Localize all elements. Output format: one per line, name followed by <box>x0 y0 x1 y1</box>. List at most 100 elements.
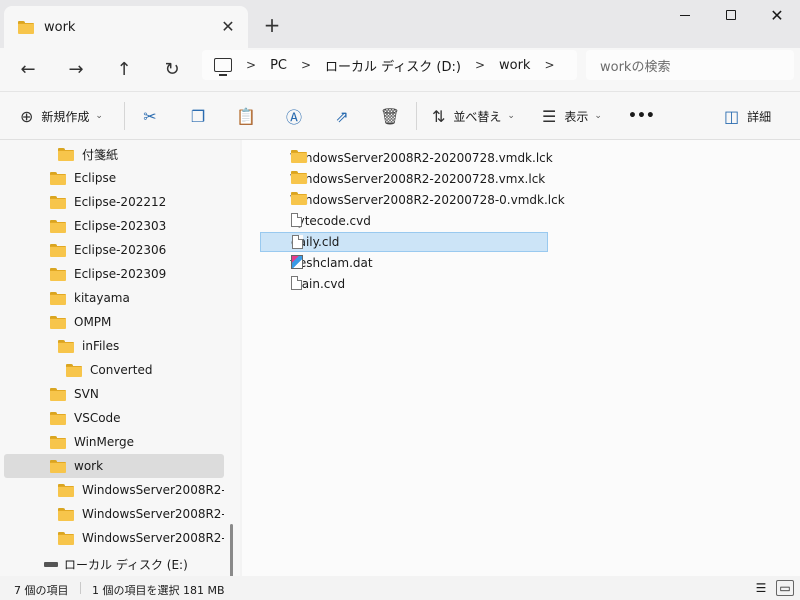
sidebar-item-label: SVN <box>74 387 99 401</box>
folder-icon <box>50 219 66 233</box>
copy-button[interactable]: ❐ <box>182 102 214 130</box>
folder-icon <box>291 192 307 208</box>
file-row[interactable]: WindowsServer2008R2-20200728.vmdk.lck <box>260 148 553 168</box>
details-pane-icon: ◫ <box>724 106 740 126</box>
file-icon <box>291 213 302 230</box>
cut-button[interactable]: ✂ <box>134 102 166 130</box>
folder-icon <box>50 387 66 401</box>
sidebar-item[interactable]: Converted <box>4 358 224 382</box>
sidebar-item[interactable]: OMPM <box>4 310 224 334</box>
breadcrumb-work[interactable]: work <box>499 58 530 73</box>
sidebar-item[interactable]: Eclipse-202309 <box>4 262 224 286</box>
sidebar-item-label: WindowsServer2008R2-20200728.vmdk.lck <box>82 483 224 497</box>
sidebar-item-label: WindowsServer2008R2-20200728.vmx.lck <box>82 507 224 521</box>
view-button[interactable]: ☰ 表示 ⌄ <box>542 102 602 130</box>
sidebar-item-label: kitayama <box>74 291 130 305</box>
title-bar: work ✕ + ✕ <box>0 0 800 48</box>
new-tab-button[interactable]: + <box>258 12 286 38</box>
trash-icon: 🗑 <box>379 106 401 126</box>
chevron-down-icon: ⌄ <box>507 111 515 121</box>
scissors-icon: ✂ <box>143 106 157 126</box>
file-row[interactable]: WindowsServer2008R2-20200728-0.vmdk.lck <box>260 190 565 210</box>
up-button[interactable]: ↑ <box>108 54 140 84</box>
share-button[interactable]: ⇗ <box>326 102 358 130</box>
navigation-pane[interactable]: 付箋紙 Eclipse Eclipse-202212 Eclipse-202303 Ec… <box>0 140 240 576</box>
breadcrumb-separator: > <box>246 58 257 72</box>
file-icon <box>291 276 302 293</box>
file-row[interactable]: freshclam.dat <box>260 253 548 273</box>
share-icon: ⇗ <box>335 106 349 126</box>
sidebar-item-label: Eclipse-202212 <box>74 195 167 209</box>
file-row[interactable]: WindowsServer2008R2-20200728.vmx.lck <box>260 169 548 189</box>
address-bar[interactable]: > PC > ローカル ディスク (D:) > work > <box>202 50 577 80</box>
sidebar-item[interactable]: Eclipse-202303 <box>4 214 224 238</box>
new-button[interactable]: ⊕ 新規作成 ⌄ <box>20 102 103 130</box>
file-row[interactable]: daily.cld <box>260 232 548 252</box>
sidebar-item[interactable]: WindowsServer2008R2-20200728.vmdk.lck <box>4 478 224 502</box>
file-row[interactable]: bytecode.cvd <box>260 211 548 231</box>
close-window-button[interactable]: ✕ <box>754 0 800 30</box>
sort-icon: ⇅ <box>432 106 446 126</box>
rename-button[interactable]: Ⓐ <box>278 102 310 130</box>
paste-button[interactable]: 📋 <box>230 102 262 130</box>
file-row[interactable]: main.cvd <box>260 274 548 294</box>
divider <box>80 582 81 594</box>
plus-circle-icon: ⊕ <box>20 106 34 126</box>
tiles-view-button[interactable]: ▭ <box>776 580 794 596</box>
breadcrumb-drive-d[interactable]: ローカル ディスク (D:) <box>325 56 461 75</box>
sidebar-item[interactable]: inFiles <box>4 334 224 358</box>
details-button-label: 詳細 <box>747 109 772 124</box>
list-view-icon: ☰ <box>542 106 557 126</box>
sidebar-scrollbar[interactable] <box>230 524 233 576</box>
sidebar-item[interactable]: work <box>4 454 224 478</box>
sidebar-item[interactable]: WinMerge <box>4 430 224 454</box>
sidebar-item-label: 付箋紙 <box>82 147 119 162</box>
sidebar-item-label: ローカル ディスク (E:) <box>64 557 188 572</box>
close-tab-icon[interactable]: ✕ <box>218 16 238 36</box>
details-pane-button[interactable]: ◫ 詳細 <box>724 102 771 130</box>
more-options-button[interactable]: ••• <box>628 102 655 130</box>
status-bar: 7 個の項目 1 個の項目を選択 181 MB ☰ ▭ <box>0 576 800 600</box>
sidebar-item[interactable]: WindowsServer2008R2-20200728-0.vmdk.lck <box>4 526 224 550</box>
folder-icon <box>50 243 66 257</box>
breadcrumb-pc[interactable]: PC <box>270 58 287 73</box>
refresh-button[interactable]: ↻ <box>156 54 188 84</box>
sidebar-item[interactable]: Eclipse-202212 <box>4 190 224 214</box>
sidebar-item-label: WindowsServer2008R2-20200728-0.vmdk.lck <box>82 531 224 545</box>
sidebar-item[interactable]: VSCode <box>4 406 224 430</box>
navigation-bar: ← → ↑ ↻ > PC > ローカル ディスク (D:) > work > w… <box>0 48 800 92</box>
sidebar-item[interactable]: SVN <box>4 382 224 406</box>
breadcrumb-separator[interactable]: > <box>544 58 554 72</box>
details-view-button[interactable]: ☰ <box>752 580 770 596</box>
breadcrumb-separator[interactable]: > <box>301 58 311 72</box>
tab-title: work <box>44 19 76 35</box>
sidebar-item-label: WinMerge <box>74 435 134 449</box>
selection-info: 1 個の項目を選択 181 MB <box>92 584 225 597</box>
chevron-down-icon: ⌄ <box>95 111 103 121</box>
forward-button[interactable]: → <box>60 54 92 84</box>
sidebar-item[interactable]: Eclipse <box>4 166 224 190</box>
sidebar-item-label: Eclipse-202306 <box>74 243 167 257</box>
sidebar-item-label: Eclipse-202303 <box>74 219 167 233</box>
tab-work[interactable]: work ✕ <box>4 6 248 48</box>
breadcrumb-separator[interactable]: > <box>475 58 485 72</box>
sidebar-item[interactable]: kitayama <box>4 286 224 310</box>
file-list[interactable]: WindowsServer2008R2-20200728.vmdk.lck Win… <box>242 140 800 576</box>
chevron-down-icon: ⌄ <box>594 111 602 121</box>
sort-button[interactable]: ⇅ 並べ替え ⌄ <box>432 102 515 130</box>
minimize-button[interactable] <box>662 0 708 30</box>
item-count: 7 個の項目 <box>14 584 69 597</box>
sidebar-item[interactable]: WindowsServer2008R2-20200728.vmx.lck <box>4 502 224 526</box>
search-input[interactable]: workの検索 <box>586 50 794 80</box>
maximize-button[interactable] <box>708 0 754 30</box>
file-name: bytecode.cvd <box>290 214 371 228</box>
folder-icon <box>50 435 66 449</box>
delete-button[interactable]: 🗑 <box>374 102 406 130</box>
folder-icon <box>58 147 74 161</box>
sidebar-item-label: Converted <box>90 363 153 377</box>
new-button-label: 新規作成 <box>41 109 90 124</box>
sidebar-item-drive-e[interactable]: ローカル ディスク (E:) <box>4 552 224 576</box>
back-button[interactable]: ← <box>12 54 44 84</box>
sidebar-item[interactable]: 付箋紙 <box>4 142 224 166</box>
sidebar-item[interactable]: Eclipse-202306 <box>4 238 224 262</box>
